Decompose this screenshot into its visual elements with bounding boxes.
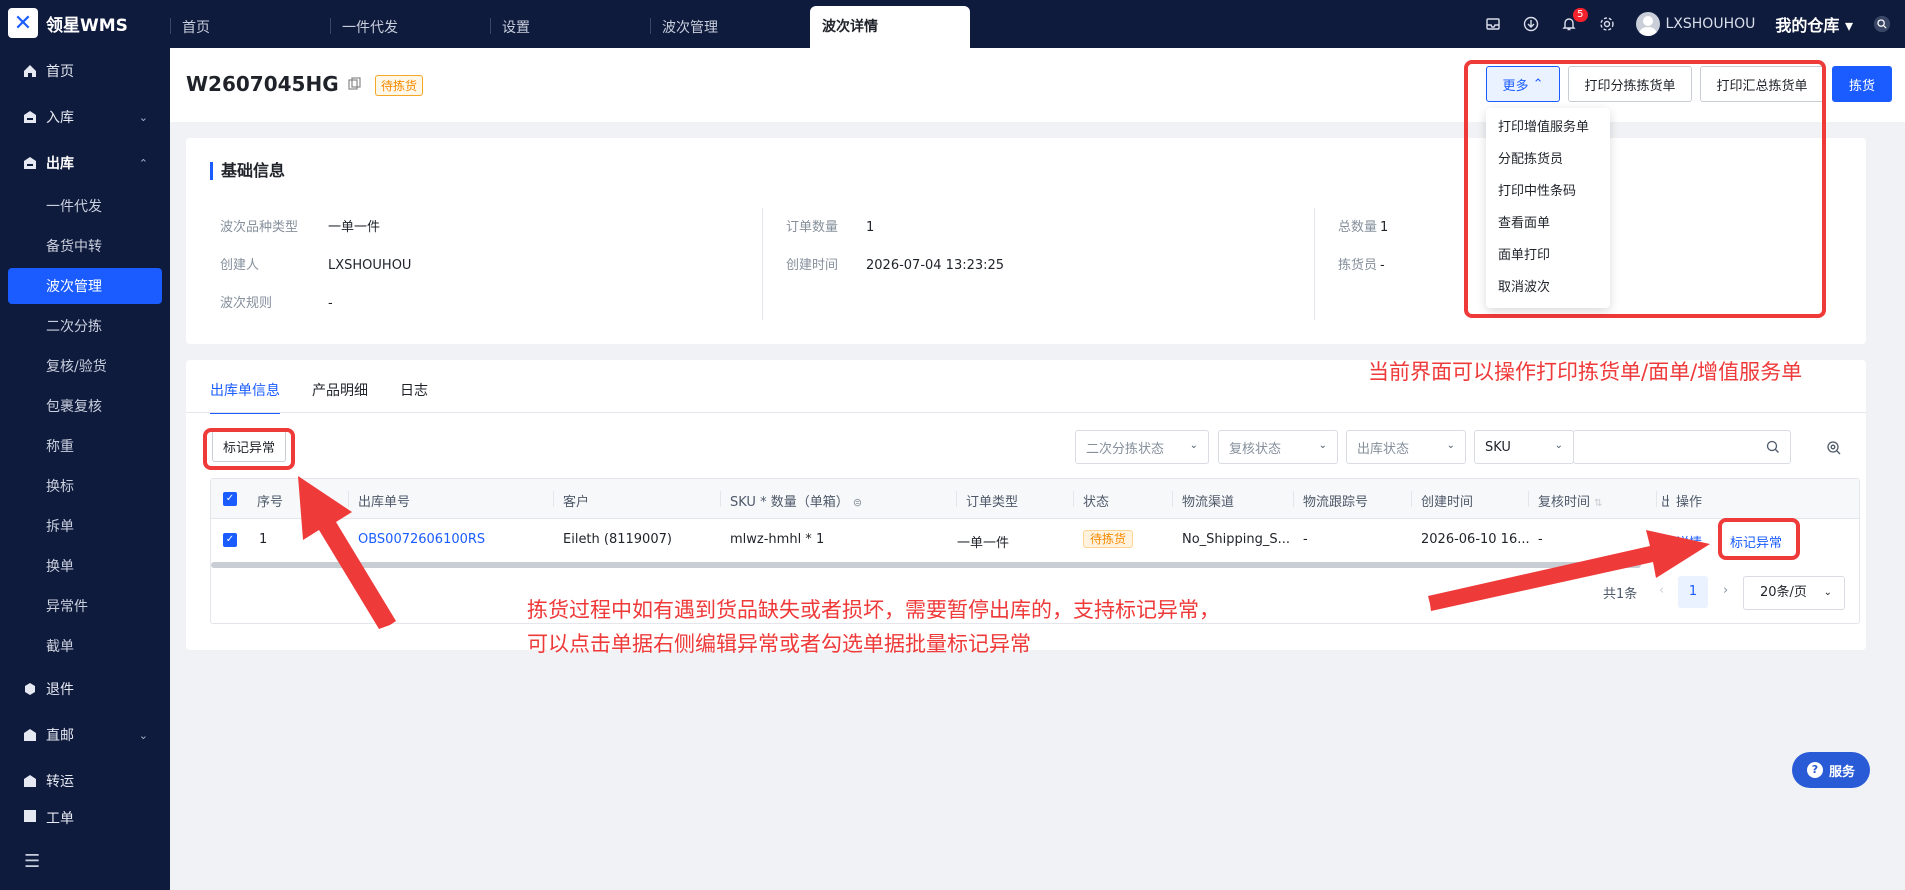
menu-view-label[interactable]: 查看面单 [1486,208,1610,240]
menu-print-label[interactable]: 面单打印 [1486,240,1610,272]
menu-cancel-wave[interactable]: 取消波次 [1486,272,1610,304]
menu-print-neutral-barcode[interactable]: 打印中性条码 [1486,176,1610,208]
arrow-to-mark-button [298,476,396,629]
more-dropdown-menu: 打印增值服务单 分配拣货员 打印中性条码 查看面单 面单打印 取消波次 [1486,108,1610,308]
menu-print-value-added[interactable]: 打印增值服务单 [1486,112,1610,144]
menu-assign-picker[interactable]: 分配拣货员 [1486,144,1610,176]
service-button[interactable]: ? 服务 [1792,752,1870,788]
help-icon: ? [1806,762,1823,778]
arrow-to-row-mark [1428,530,1710,611]
annotation-arrows [298,476,1710,629]
